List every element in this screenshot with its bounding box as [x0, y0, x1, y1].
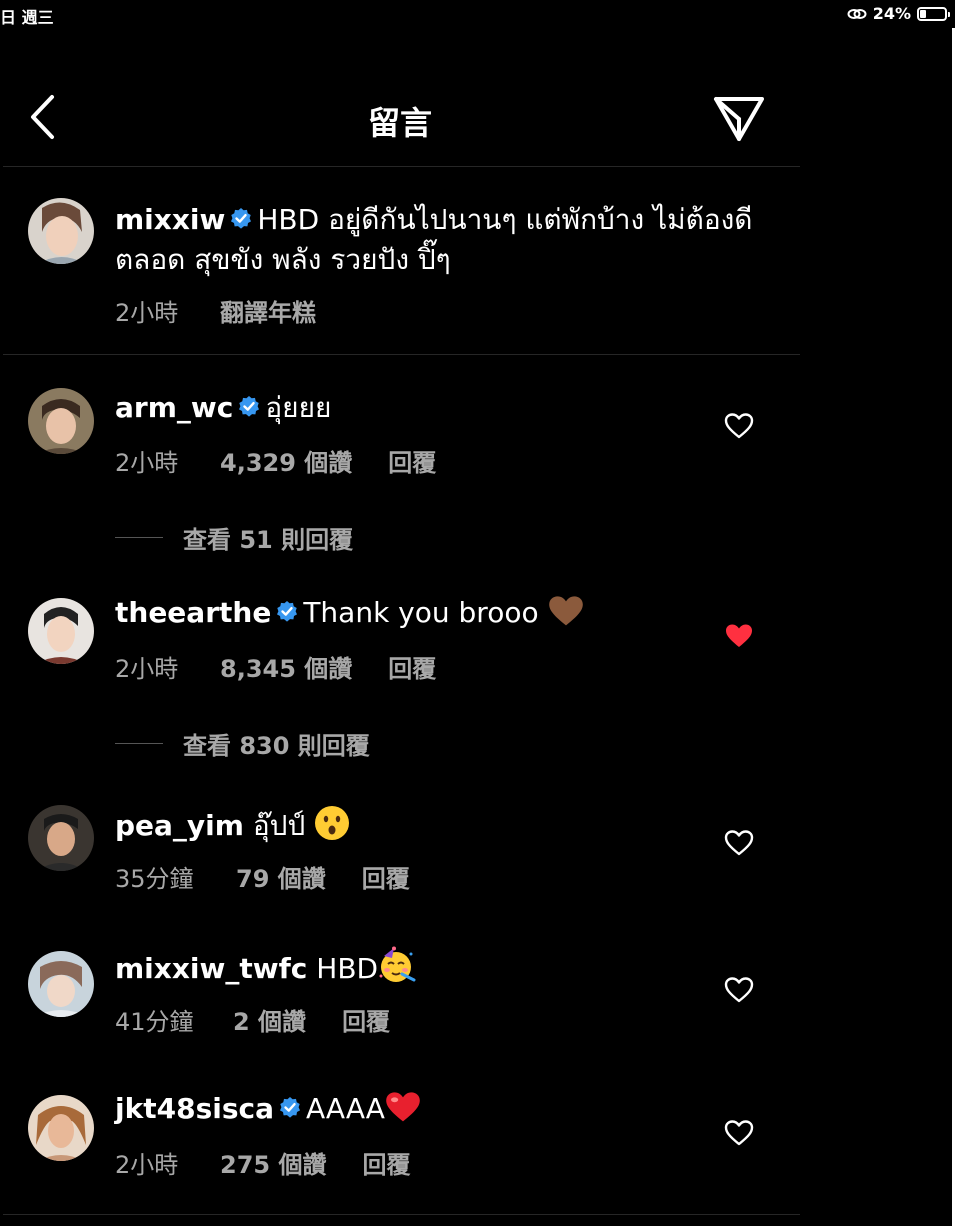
comment-username[interactable]: mixxiw_twfc: [115, 952, 307, 985]
comment-time: 2小時: [115, 1151, 179, 1179]
heart-outline-icon: [724, 977, 754, 1003]
like-button[interactable]: [724, 976, 754, 1004]
avatar[interactable]: [28, 388, 94, 454]
comment-text: arm_wc อุ่ยยย: [115, 388, 765, 428]
comment-username[interactable]: theearthe: [115, 596, 271, 629]
view-replies-label: 查看 51 則回覆: [183, 526, 354, 554]
comment-text: theearthe Thank you brooo: [115, 593, 765, 633]
comment-text: mixxiw_twfc HBD: [115, 946, 765, 989]
like-count[interactable]: 275 個讚: [220, 1145, 326, 1180]
like-count[interactable]: 4,329 個讚: [220, 443, 352, 478]
like-button[interactable]: [724, 829, 754, 857]
like-button[interactable]: [724, 1119, 754, 1147]
comment-meta: 41分鐘 2 個讚 回覆: [115, 1002, 390, 1037]
caption-line2: ตลอด สุขขัง พลัง รวยปัง ปิ๊ๆ: [115, 243, 451, 276]
verified-badge-icon: [231, 208, 252, 229]
verified-badge-icon: [277, 601, 298, 622]
comment-meta: 2小時 4,329 個讚 回覆: [115, 443, 436, 478]
avatar[interactable]: [28, 598, 94, 664]
comment-username[interactable]: jkt48sisca: [115, 1092, 274, 1125]
status-date: 日 週三: [0, 8, 54, 27]
heart-outline-icon: [724, 1120, 754, 1146]
view-replies-button[interactable]: 查看 830 則回覆: [115, 726, 370, 761]
comment-time: 2小時: [115, 449, 179, 477]
red-heart-emoji-icon: [386, 1092, 420, 1122]
caption-text: mixxiw HBD อยู่ดีกันไปนานๆ แต่พักบ้าง ไม่…: [115, 200, 765, 280]
verified-badge-icon: [239, 396, 260, 417]
send-icon: [714, 97, 764, 141]
heart-outline-icon: [724, 830, 754, 856]
party-face-emoji-icon: [379, 946, 416, 982]
status-right: 24%: [847, 4, 950, 23]
reply-button[interactable]: 回覆: [362, 1145, 410, 1180]
comment-body: Thank you brooo: [303, 596, 539, 629]
verified-badge-icon: [280, 1097, 300, 1118]
comment-meta: 35分鐘 79 個讚 回覆: [115, 859, 410, 894]
comment-body: HBD: [316, 952, 379, 985]
comment-body: AAAA: [306, 1092, 385, 1125]
battery-level: [920, 9, 926, 18]
battery-percent: 24%: [872, 4, 911, 23]
surprised-face-emoji-icon: [315, 806, 350, 840]
reply-button[interactable]: 回覆: [388, 649, 436, 684]
comment-username[interactable]: arm_wc: [115, 391, 233, 424]
like-count[interactable]: 79 個讚: [236, 859, 326, 894]
caption-meta: 2小時 翻譯年糕: [115, 293, 316, 328]
page-title: 留言: [367, 104, 432, 142]
avatar[interactable]: [28, 198, 94, 264]
brown-heart-emoji-icon: [548, 596, 583, 626]
translate-button[interactable]: 翻譯年糕: [220, 293, 316, 328]
reply-button[interactable]: 回覆: [388, 443, 436, 478]
share-button[interactable]: [712, 95, 766, 143]
caption-username[interactable]: mixxiw: [115, 203, 225, 236]
avatar[interactable]: [28, 951, 94, 1017]
avatar[interactable]: [28, 805, 94, 871]
like-count[interactable]: 8,345 個讚: [220, 649, 352, 684]
comment-time: 41分鐘: [115, 1008, 194, 1036]
like-count[interactable]: 2 個讚: [233, 1002, 306, 1037]
comment-text: jkt48sisca AAAA: [115, 1089, 765, 1129]
battery-tip: [948, 11, 950, 17]
reply-button[interactable]: 回覆: [362, 859, 410, 894]
heart-outline-icon: [724, 413, 754, 439]
like-button[interactable]: [724, 622, 754, 650]
comment-meta: 2小時 8,345 個讚 回覆: [115, 649, 436, 684]
comment-meta: 2小時 275 個讚 回覆: [115, 1145, 410, 1180]
reply-button[interactable]: 回覆: [342, 1002, 390, 1037]
comment-time: 2小時: [115, 655, 179, 683]
battery-icon: [917, 6, 950, 21]
comment-username[interactable]: pea_yim: [115, 809, 244, 842]
replies-line: [115, 537, 163, 538]
comment-body: อุ๊ปป์: [252, 809, 306, 842]
comments-screen: 日 週三 24% 留言 mixxiw HBD อยู่ดีกันไปนานๆ แ…: [0, 0, 955, 1226]
caption-line1: HBD อยู่ดีกันไปนานๆ แต่พักบ้าง ไม่ต้องดี: [257, 203, 753, 236]
bottom-divider: [3, 1214, 800, 1215]
comment-body: อุ่ยยย: [265, 391, 332, 424]
like-button[interactable]: [724, 412, 754, 440]
caption-time: 2小時: [115, 299, 179, 327]
caption-divider: [3, 354, 800, 355]
link-icon: [847, 8, 867, 19]
comment-time: 35分鐘: [115, 865, 194, 893]
view-replies-label: 查看 830 則回覆: [183, 732, 370, 760]
heart-filled-icon: [726, 624, 752, 647]
replies-line: [115, 743, 163, 744]
view-replies-button[interactable]: 查看 51 則回覆: [115, 520, 353, 555]
header-divider: [3, 166, 800, 167]
comment-text: pea_yim อุ๊ปป์: [115, 805, 765, 846]
avatar[interactable]: [28, 1095, 94, 1161]
